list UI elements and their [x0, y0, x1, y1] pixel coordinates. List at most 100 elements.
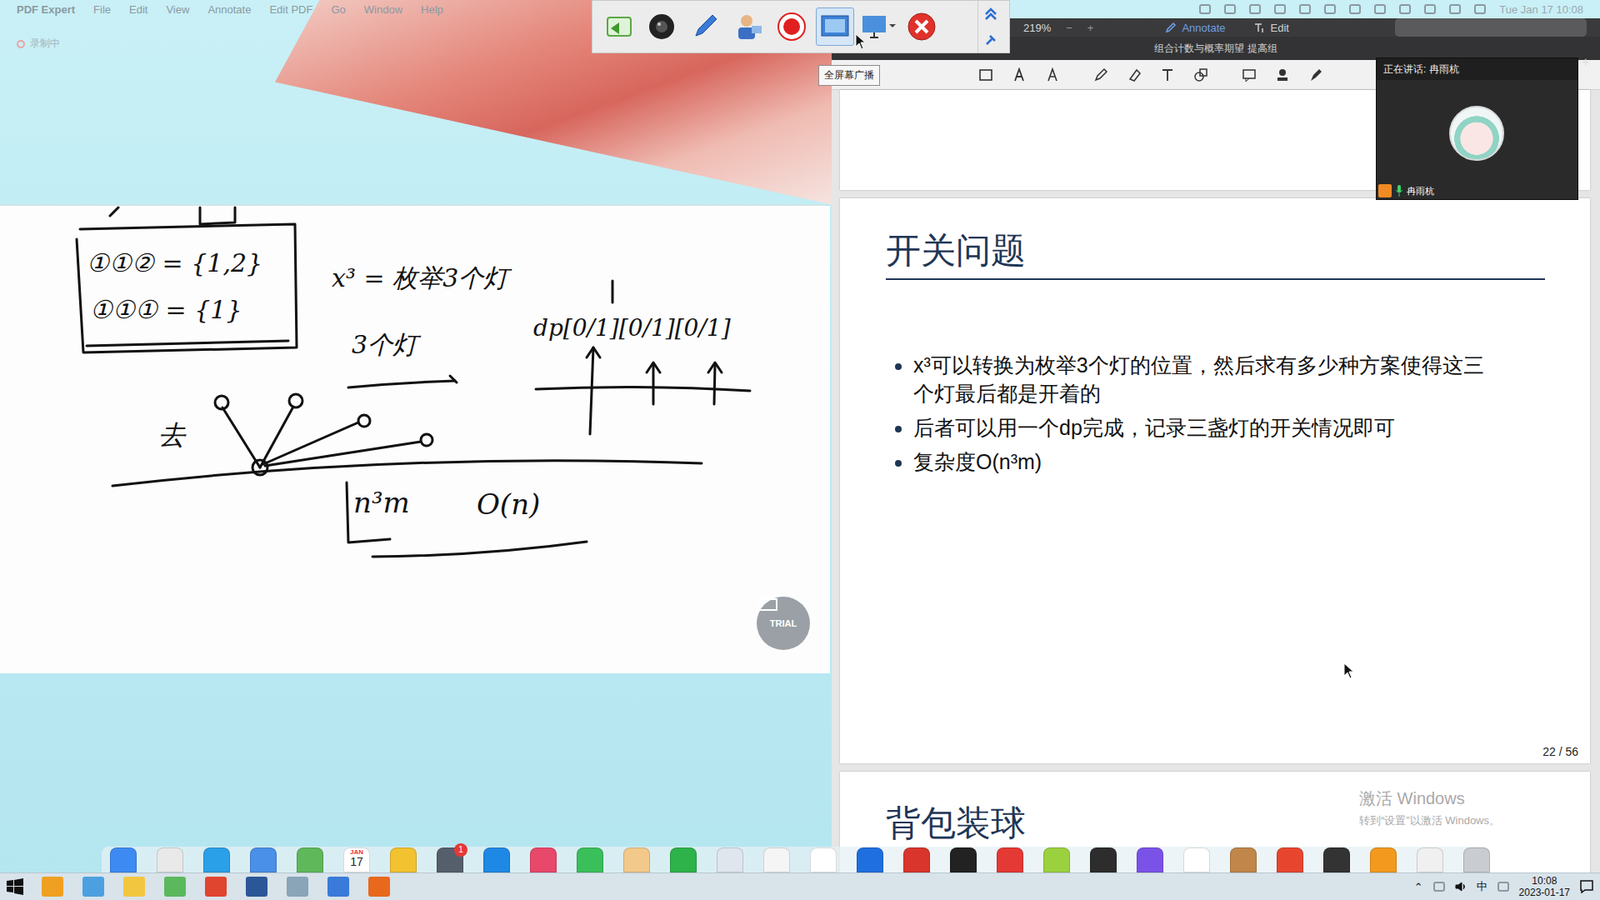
app-icon[interactable] — [623, 847, 650, 873]
pin-icon[interactable] — [983, 32, 999, 48]
status-icon[interactable] — [1349, 4, 1361, 15]
volume-icon[interactable] — [1455, 880, 1467, 893]
pencil-icon[interactable] — [1093, 67, 1109, 83]
app-icon[interactable] — [1230, 847, 1257, 873]
app-icon[interactable] — [156, 847, 184, 873]
app-icon[interactable] — [296, 847, 324, 873]
notification-icon[interactable] — [1580, 880, 1594, 894]
app-icon[interactable] — [1136, 847, 1164, 873]
new-tab-button[interactable]: + — [1581, 55, 1590, 70]
taskbar-app-icon[interactable] — [82, 876, 105, 897]
app-icon[interactable] — [576, 847, 604, 873]
app-icon[interactable] — [856, 847, 884, 873]
taskbar-app-icon[interactable] — [123, 876, 145, 897]
toolbar-button[interactable] — [642, 7, 681, 46]
status-icon[interactable] — [1424, 4, 1436, 15]
status-icon[interactable] — [1374, 4, 1386, 15]
comment-icon[interactable] — [1241, 67, 1257, 83]
mode-tab[interactable]: Annotate — [1158, 20, 1232, 36]
toolbar-button[interactable] — [729, 7, 768, 46]
app-icon[interactable] — [1416, 847, 1444, 873]
app-icon[interactable] — [950, 847, 977, 873]
menu-item[interactable]: Edit PDF — [269, 3, 313, 16]
taskbar-app-icon[interactable] — [41, 876, 64, 897]
app-icon[interactable] — [483, 847, 510, 873]
app-icon[interactable] — [1323, 847, 1350, 873]
mic-icon — [1395, 185, 1404, 197]
status-icon[interactable] — [1324, 4, 1336, 15]
toolbar-button[interactable] — [902, 7, 941, 46]
app-icon[interactable] — [110, 847, 137, 873]
status-icon[interactable] — [1199, 4, 1211, 15]
app-icon[interactable] — [1043, 847, 1070, 873]
app-icon[interactable] — [670, 847, 697, 873]
status-icon[interactable] — [1299, 4, 1311, 15]
status-icon[interactable] — [1249, 4, 1261, 15]
network-icon[interactable] — [1433, 881, 1445, 892]
zoom-level[interactable]: 219% — [1023, 21, 1051, 35]
app-icon[interactable]: 1 — [436, 847, 464, 873]
menu-item[interactable]: View — [165, 3, 190, 16]
app-icon[interactable] — [810, 847, 837, 873]
signature-icon[interactable] — [1308, 67, 1324, 83]
search-field[interactable] — [1395, 18, 1587, 37]
app-icon[interactable] — [1276, 847, 1304, 873]
bullet-dot-icon — [895, 425, 902, 433]
app-icon[interactable] — [1183, 847, 1210, 873]
app-icon[interactable] — [250, 847, 277, 873]
textbox-icon[interactable] — [1160, 67, 1175, 83]
broadcast-icon — [819, 12, 851, 41]
toolbar-button[interactable] — [685, 7, 725, 46]
text-style-icon[interactable] — [1045, 67, 1060, 83]
taskbar-app-icon[interactable] — [205, 876, 227, 897]
toolbar-button[interactable] — [772, 7, 811, 46]
taskbar-app-icon[interactable] — [164, 876, 186, 897]
menu-item[interactable]: Window — [364, 3, 403, 16]
app-icon[interactable] — [390, 847, 417, 873]
taskbar-app-icon[interactable] — [327, 876, 350, 897]
insert-icon[interactable] — [978, 67, 994, 83]
app-icon[interactable] — [1090, 847, 1117, 873]
app-icon[interactable] — [530, 847, 557, 873]
eraser-icon[interactable] — [1126, 67, 1142, 83]
status-icon[interactable] — [1474, 4, 1486, 15]
app-icon[interactable] — [903, 847, 930, 873]
toolbar-button[interactable] — [599, 7, 638, 46]
ime-mode-icon[interactable] — [1497, 881, 1510, 892]
status-icon[interactable] — [1224, 4, 1236, 15]
app-icon[interactable] — [716, 847, 744, 873]
bullet-item: x³可以转换为枚举3个灯的位置，然后求有多少种方案使得这三个灯最后都是开着的 — [913, 351, 1497, 408]
status-icon[interactable] — [1399, 4, 1411, 15]
taskbar-app-icon[interactable] — [286, 876, 309, 897]
app-icon[interactable] — [996, 847, 1024, 873]
menu-item[interactable]: Go — [330, 3, 345, 16]
tray-expand-icon[interactable]: ⌃ — [1414, 880, 1424, 894]
stamp-icon[interactable] — [1275, 67, 1290, 83]
toolbar-button[interactable] — [859, 7, 898, 46]
mode-tab[interactable]: Edit — [1246, 20, 1295, 36]
shapes-icon[interactable] — [1193, 67, 1209, 83]
watermark-title: 激活 Windows — [1359, 787, 1500, 810]
calendar-icon[interactable]: JAN17 — [343, 847, 370, 873]
app-icon[interactable] — [203, 847, 230, 873]
status-icon[interactable] — [1274, 4, 1286, 15]
status-icon[interactable] — [1449, 4, 1461, 15]
menu-item[interactable]: Annotate — [207, 3, 251, 16]
app-menu[interactable]: PDF Expert — [16, 3, 75, 16]
app-icon[interactable] — [1463, 847, 1490, 873]
clock[interactable]: 10:082023-01-17 — [1519, 875, 1570, 900]
menu-item[interactable]: Help — [420, 3, 444, 16]
toolbar-button[interactable] — [815, 7, 855, 46]
menu-item[interactable]: File — [93, 3, 111, 16]
menu-item[interactable]: Edit — [129, 3, 148, 16]
taskbar-app-icon[interactable] — [245, 876, 268, 897]
taskbar-app-icon[interactable] — [368, 876, 390, 897]
app-icon[interactable] — [763, 847, 790, 873]
app-icon[interactable] — [1370, 847, 1397, 873]
collapse-up-icon[interactable] — [983, 6, 999, 22]
windows-logo-icon[interactable] — [6, 878, 24, 895]
page-view[interactable]: 开关问题x³可以转换为枚举3个灯的位置，然后求有多少种方案使得这三个灯最后都是开… — [831, 90, 1600, 873]
ime-indicator[interactable]: 中 — [1476, 879, 1488, 895]
whiteboard[interactable]: TRIAL ①①② = {1,2}①①① = {1}x³ = 枚举3个灯3个灯d… — [0, 205, 830, 674]
text-icon[interactable] — [1011, 67, 1027, 83]
